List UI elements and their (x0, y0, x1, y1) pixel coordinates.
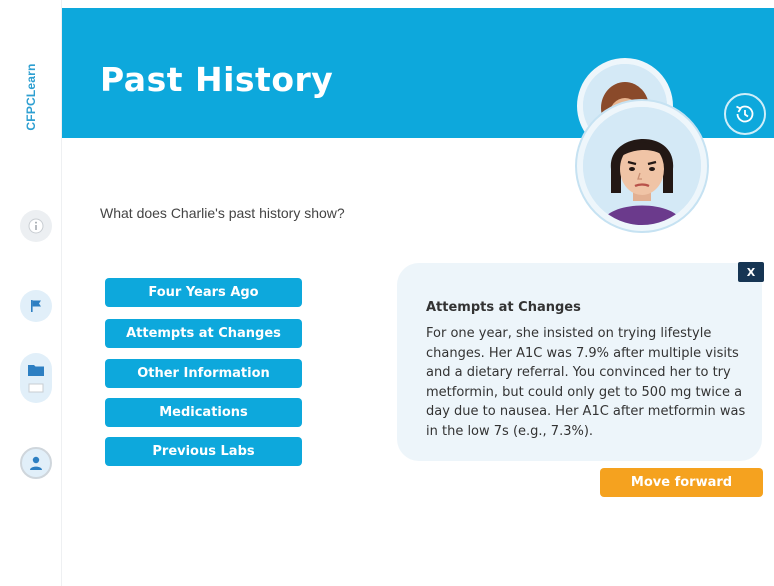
info-icon (28, 218, 44, 234)
brand-logo: CFPCLearn (19, 52, 43, 142)
folder-button[interactable] (20, 353, 52, 403)
page-title: Past History (100, 60, 334, 99)
panel-title: Attempts at Changes (426, 300, 581, 315)
flag-icon (31, 300, 41, 312)
history-button[interactable] (724, 93, 766, 135)
panel-body: For one year, she insisted on trying lif… (426, 326, 746, 439)
topic-previous-labs-button[interactable]: Previous Labs (105, 437, 302, 466)
flag-button[interactable] (20, 290, 52, 322)
move-forward-button[interactable]: Move forward (600, 468, 763, 497)
patient-portrait-icon (583, 107, 701, 225)
folder-tab-icon (28, 383, 44, 393)
topic-attempts-at-changes-button[interactable]: Attempts at Changes (105, 319, 302, 348)
topic-other-information-button[interactable]: Other Information (105, 359, 302, 388)
topic-medications-button[interactable]: Medications (105, 398, 302, 427)
user-button[interactable] (20, 447, 52, 479)
avatar-charlie (577, 101, 707, 231)
sidebar: CFPCLearn (0, 0, 62, 586)
folder-icon (28, 365, 44, 376)
info-button[interactable] (20, 210, 52, 242)
info-panel: Attempts at Changes For one year, she in… (397, 263, 762, 461)
question-prompt: What does Charlie's past history show? (100, 205, 345, 221)
user-icon (30, 456, 42, 470)
history-icon (736, 105, 754, 123)
close-panel-button[interactable]: X (738, 262, 764, 282)
topic-four-years-ago-button[interactable]: Four Years Ago (105, 278, 302, 307)
brand-name: CFPCLearn (24, 63, 38, 131)
